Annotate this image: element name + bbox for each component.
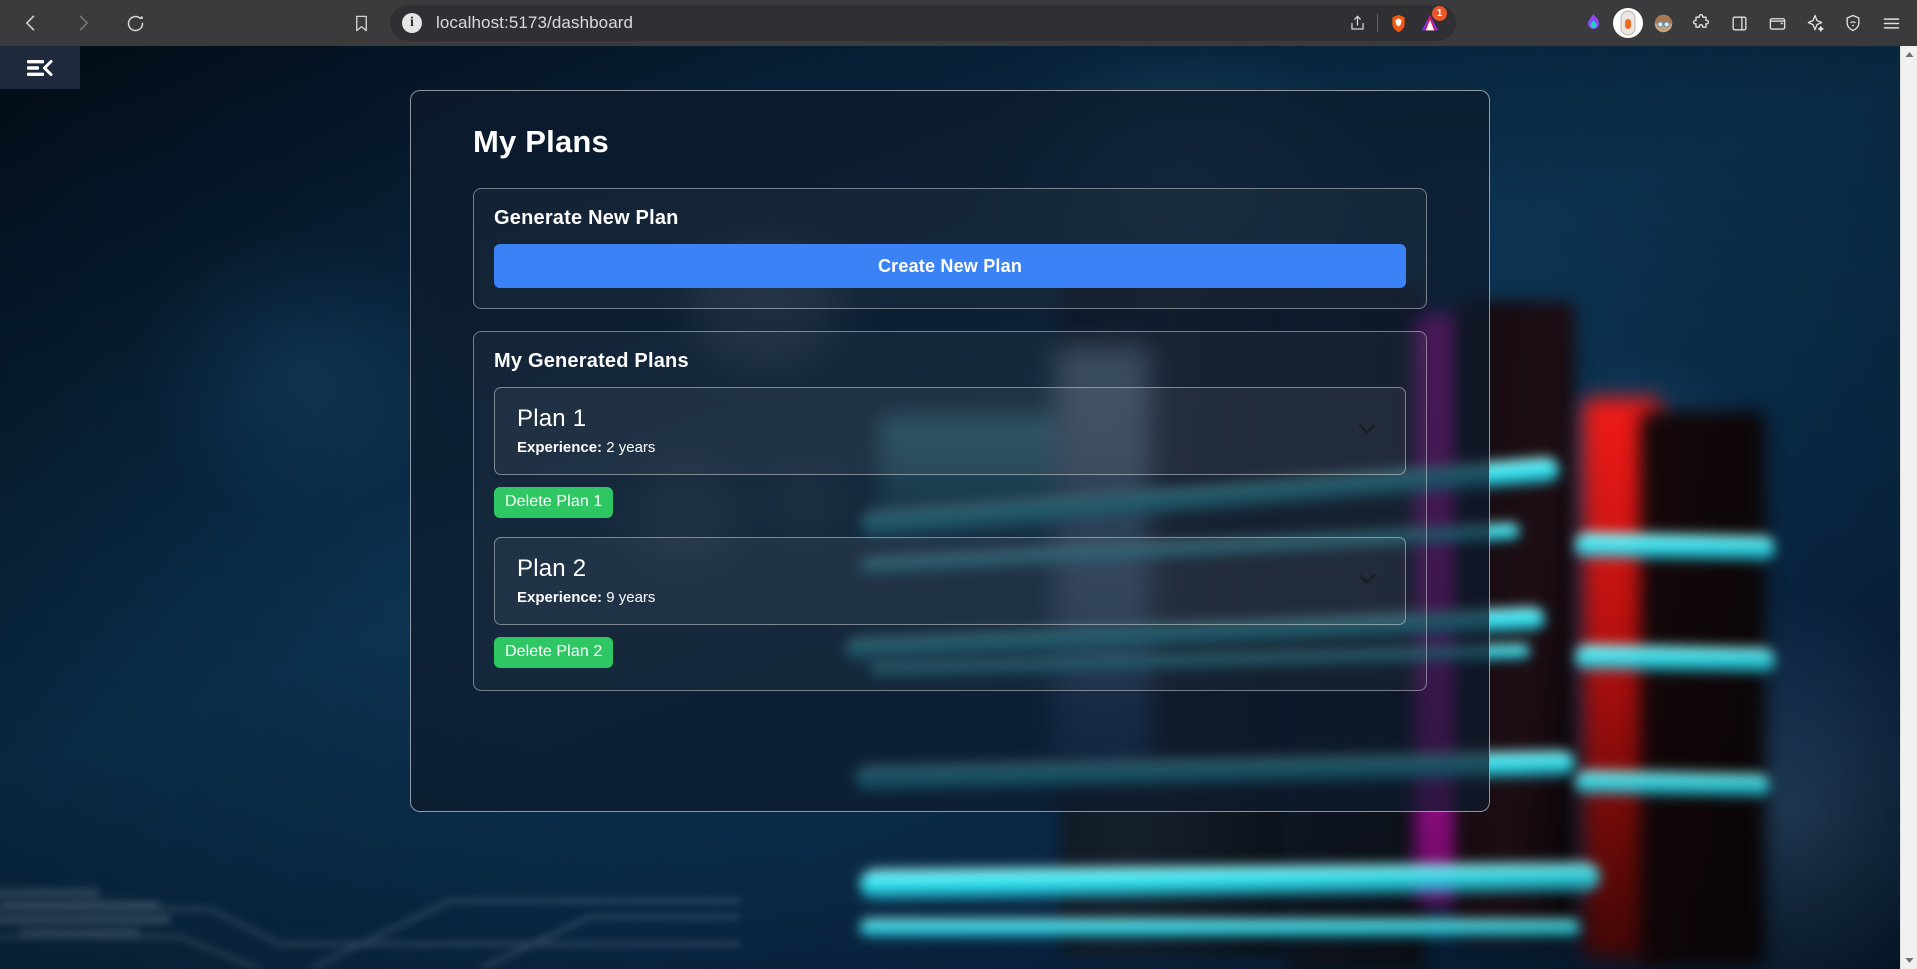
bookmark-button[interactable]	[344, 6, 378, 40]
plans-section-title: My Generated Plans	[494, 350, 689, 372]
forward-arrow-icon	[79, 15, 88, 31]
plan-info: Plan 1 Experience: 2 years	[517, 405, 655, 456]
extension-toolbar	[1575, 5, 1909, 41]
plan-experience: Experience: 9 years	[517, 589, 655, 606]
plan-block: Plan 1 Experience: 2 years Delete Plan 1	[494, 387, 1406, 518]
experience-label: Experience:	[517, 589, 603, 606]
plan-experience: Experience: 2 years	[517, 439, 655, 456]
wallet-icon[interactable]	[1759, 5, 1795, 41]
plan-row[interactable]: Plan 1 Experience: 2 years	[494, 387, 1406, 475]
chevron-down-icon[interactable]	[1357, 572, 1377, 591]
puzzle-icon[interactable]	[1683, 5, 1719, 41]
sidebar-panel-icon[interactable]	[1721, 5, 1757, 41]
sidebar-toggle-button[interactable]	[0, 46, 80, 89]
back-button[interactable]	[12, 6, 50, 40]
browser-toolbar: i localhost:5173/dashboard 1	[0, 0, 1917, 46]
scrollbar-down-arrow[interactable]	[1901, 952, 1917, 969]
plan-name: Plan 1	[517, 405, 587, 432]
plan-name: Plan 2	[517, 555, 587, 582]
plan-row[interactable]: Plan 2 Experience: 9 years	[494, 537, 1406, 625]
delete-plan-button[interactable]: Delete Plan 1	[494, 487, 614, 518]
reload-button[interactable]	[116, 6, 154, 40]
leo-sparkle-icon[interactable]	[1797, 5, 1833, 41]
generate-new-plan-section: Generate New Plan Create New Plan	[473, 188, 1427, 309]
brave-rewards-icon[interactable]: 1	[1414, 6, 1447, 38]
url-bar[interactable]: i localhost:5173/dashboard 1	[390, 5, 1456, 41]
experience-value: 2 years	[606, 439, 656, 456]
scrollbar-up-arrow[interactable]	[1901, 46, 1917, 63]
rewards-badge: 1	[1432, 6, 1447, 21]
delete-plan-button[interactable]: Delete Plan 2	[494, 637, 614, 668]
page-viewport: My Plans Generate New Plan Create New Pl…	[0, 46, 1917, 969]
hamburger-menu-icon[interactable]	[1873, 5, 1909, 41]
url-bar-actions: 1	[1341, 6, 1447, 38]
forward-button[interactable]	[64, 6, 102, 40]
site-info-icon[interactable]: i	[402, 13, 422, 33]
page-title: My Plans	[473, 124, 609, 159]
plan-info: Plan 2 Experience: 9 years	[517, 555, 655, 606]
brave-shields-icon[interactable]	[1382, 8, 1414, 38]
bookmark-icon	[355, 15, 367, 31]
navigation-buttons	[12, 6, 154, 40]
chevron-down-icon[interactable]	[1357, 422, 1377, 441]
page-scrollbar[interactable]	[1900, 46, 1917, 969]
back-arrow-icon	[26, 15, 35, 31]
vpn-shield-icon[interactable]	[1835, 5, 1871, 41]
sidebar-collapse-icon	[27, 59, 53, 76]
share-icon[interactable]	[1341, 8, 1373, 38]
experience-label: Experience:	[517, 439, 603, 456]
toolbar-divider	[1377, 14, 1378, 32]
my-generated-plans-section: My Generated Plans Plan 1 Experience: 2 …	[473, 331, 1427, 691]
flame-icon[interactable]	[1575, 5, 1611, 41]
reload-icon	[127, 15, 143, 31]
capsule-avatar-icon[interactable]	[1613, 8, 1643, 38]
generate-section-title: Generate New Plan	[494, 207, 679, 229]
experience-value: 9 years	[606, 589, 656, 606]
my-plans-card: My Plans Generate New Plan Create New Pl…	[410, 90, 1490, 812]
create-new-plan-button[interactable]: Create New Plan	[494, 244, 1406, 288]
user-avatar-icon[interactable]	[1645, 5, 1681, 41]
plan-block: Plan 2 Experience: 9 years Delete Plan 2	[494, 537, 1406, 668]
url-text[interactable]: localhost:5173/dashboard	[436, 13, 1341, 33]
